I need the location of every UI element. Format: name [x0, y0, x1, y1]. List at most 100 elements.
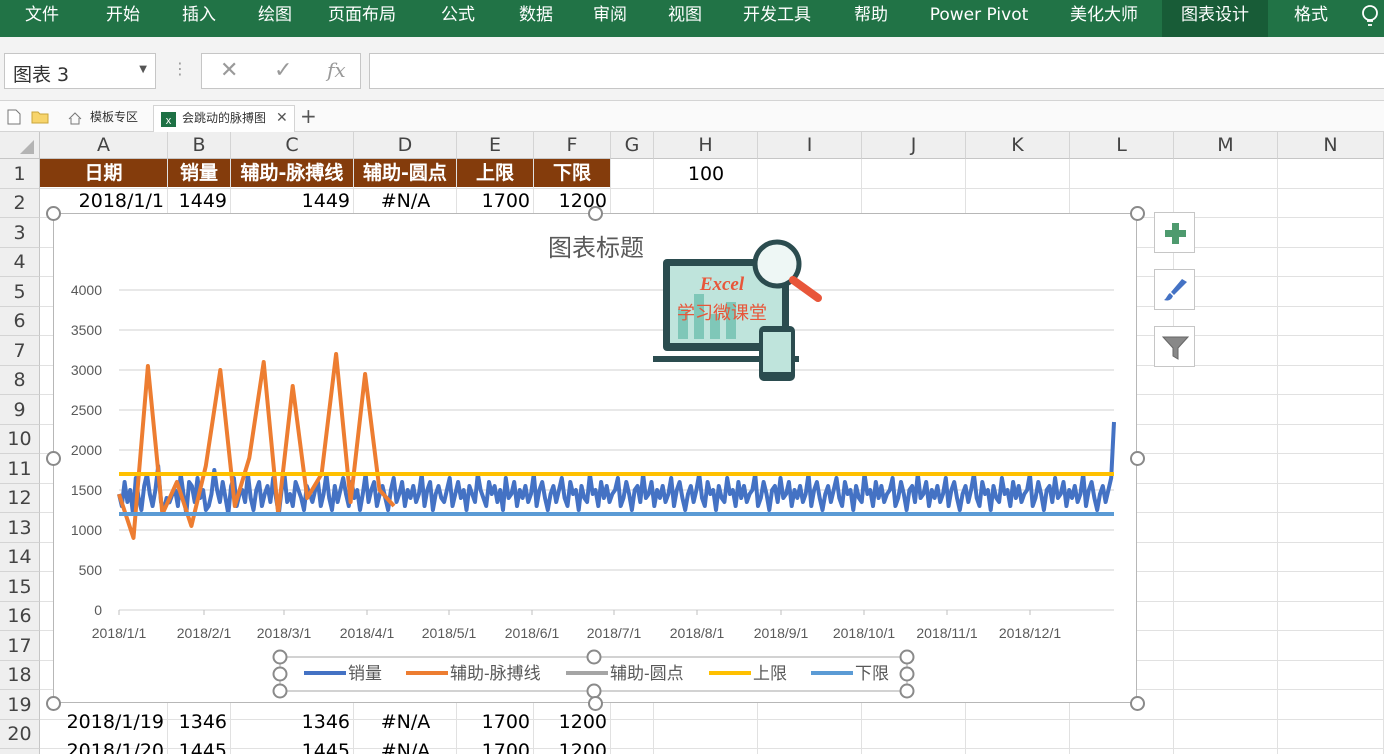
row-header[interactable]: 7: [0, 336, 40, 366]
row-header[interactable]: 8: [0, 366, 40, 395]
row-header[interactable]: 12: [0, 484, 40, 513]
legend-resize-handle[interactable]: [899, 649, 915, 665]
chart-resize-handle[interactable]: [1130, 451, 1145, 466]
row-header[interactable]: 14: [0, 543, 40, 572]
chart-title[interactable]: 图表标题: [548, 235, 644, 262]
table-cell[interactable]: 1700: [457, 738, 534, 754]
column-header[interactable]: M: [1174, 132, 1278, 159]
column-header[interactable]: A: [40, 132, 168, 159]
row-header[interactable]: 16: [0, 602, 40, 631]
table-cell[interactable]: #N/A: [354, 188, 457, 215]
ribbon-tab[interactable]: Power Pivot: [906, 0, 1052, 37]
lightbulb-icon[interactable]: [1356, 2, 1384, 32]
chart-resize-handle[interactable]: [588, 206, 603, 221]
ribbon-tab[interactable]: 公式: [418, 0, 498, 37]
table-cell[interactable]: #N/A: [354, 738, 457, 754]
legend-resize-handle[interactable]: [272, 649, 288, 665]
column-header[interactable]: J: [862, 132, 966, 159]
table-cell[interactable]: 2018/1/19: [40, 709, 168, 736]
ribbon-tab[interactable]: 开始: [84, 0, 162, 37]
cell-h1[interactable]: 100: [654, 161, 758, 188]
legend-resize-handle[interactable]: [899, 666, 915, 682]
column-header[interactable]: I: [758, 132, 862, 159]
header-cell[interactable]: 上限: [457, 159, 533, 187]
legend-resize-handle[interactable]: [899, 683, 915, 699]
tab-template-zone[interactable]: 模板专区: [60, 105, 152, 132]
row-header[interactable]: 1: [0, 159, 40, 189]
insert-function-icon[interactable]: fx: [327, 58, 346, 82]
row-header[interactable]: 11: [0, 454, 40, 484]
series-pulse-line[interactable]: [117, 352, 396, 540]
row-header[interactable]: 4: [0, 248, 40, 277]
row-header[interactable]: 10: [0, 425, 40, 454]
series-sales-line[interactable]: [117, 421, 1116, 516]
chart-styles-button[interactable]: [1154, 269, 1195, 310]
table-cell[interactable]: 2018/1/20: [40, 738, 168, 754]
ribbon-tab[interactable]: 开发工具: [722, 0, 832, 37]
new-document-icon[interactable]: [7, 109, 21, 125]
table-cell[interactable]: 1346: [231, 709, 354, 736]
ribbon-tab[interactable]: 帮助: [834, 0, 908, 37]
drag-handle-icon[interactable]: ⋮: [172, 59, 188, 78]
legend-entry[interactable]: 销量: [348, 664, 382, 683]
close-icon[interactable]: ✕: [276, 106, 288, 131]
column-header[interactable]: B: [168, 132, 231, 159]
legend-entry[interactable]: 下限: [855, 664, 889, 683]
column-header[interactable]: G: [611, 132, 654, 159]
chart-resize-handle[interactable]: [1130, 206, 1145, 221]
row-header[interactable]: 9: [0, 395, 40, 425]
table-cell[interactable]: 1700: [457, 188, 534, 215]
header-cell[interactable]: 销量: [168, 159, 230, 187]
ribbon-tab[interactable]: 图表设计: [1162, 0, 1268, 37]
table-cell[interactable]: 1346: [168, 709, 231, 736]
folder-icon[interactable]: [31, 110, 49, 124]
chart-resize-handle[interactable]: [46, 206, 61, 221]
row-header[interactable]: 5: [0, 277, 40, 307]
header-cell[interactable]: 日期: [40, 159, 167, 187]
header-cell[interactable]: 辅助-圆点: [354, 159, 456, 187]
ribbon-tab[interactable]: 格式: [1272, 0, 1350, 37]
ribbon-tab[interactable]: 审阅: [572, 0, 648, 37]
ribbon-tab[interactable]: 数据: [494, 0, 578, 37]
table-cell[interactable]: 1200: [534, 738, 611, 754]
legend-entry[interactable]: 上限: [753, 664, 787, 683]
legend-resize-handle[interactable]: [586, 649, 602, 665]
chart-elements-button[interactable]: [1154, 212, 1195, 253]
row-header[interactable]: 17: [0, 631, 40, 661]
row-header[interactable]: 21: [0, 749, 40, 754]
table-cell[interactable]: 1445: [231, 738, 354, 754]
legend-resize-handle[interactable]: [272, 666, 288, 682]
chart-resize-handle[interactable]: [1130, 696, 1145, 711]
table-cell[interactable]: 1445: [168, 738, 231, 754]
row-header[interactable]: 6: [0, 307, 40, 336]
column-header[interactable]: C: [231, 132, 354, 159]
ribbon-tab[interactable]: 美化大师: [1052, 0, 1156, 37]
row-header[interactable]: 19: [0, 690, 40, 720]
table-cell[interactable]: 1449: [231, 188, 354, 215]
column-header[interactable]: K: [966, 132, 1070, 159]
table-cell[interactable]: 1449: [168, 188, 231, 215]
ribbon-tab[interactable]: 绘图: [236, 0, 314, 37]
chart-resize-handle[interactable]: [588, 696, 603, 711]
row-header[interactable]: 20: [0, 720, 40, 749]
ribbon-tab[interactable]: 页面布局: [310, 0, 414, 37]
legend-entry[interactable]: 辅助-脉搏线: [450, 664, 541, 683]
column-header[interactable]: N: [1278, 132, 1384, 159]
column-header[interactable]: E: [457, 132, 534, 159]
row-header[interactable]: 2: [0, 189, 40, 218]
header-cell[interactable]: 下限: [534, 159, 610, 187]
row-header[interactable]: 18: [0, 661, 40, 690]
table-cell[interactable]: 1700: [457, 709, 534, 736]
chart-resize-handle[interactable]: [46, 696, 61, 711]
tab-workbook[interactable]: x 会跳动的脉搏图 ✕: [153, 105, 295, 132]
table-cell[interactable]: #N/A: [354, 709, 457, 736]
table-cell[interactable]: 1200: [534, 709, 611, 736]
name-box[interactable]: 图表 3 ▼: [4, 53, 156, 89]
cancel-icon[interactable]: ✕: [220, 58, 238, 83]
ribbon-tab[interactable]: 文件: [0, 0, 84, 37]
formula-input[interactable]: [369, 53, 1384, 89]
column-header[interactable]: D: [354, 132, 457, 159]
ribbon-tab[interactable]: 插入: [160, 0, 238, 37]
row-header[interactable]: 13: [0, 513, 40, 543]
chart-filters-button[interactable]: [1154, 326, 1195, 367]
